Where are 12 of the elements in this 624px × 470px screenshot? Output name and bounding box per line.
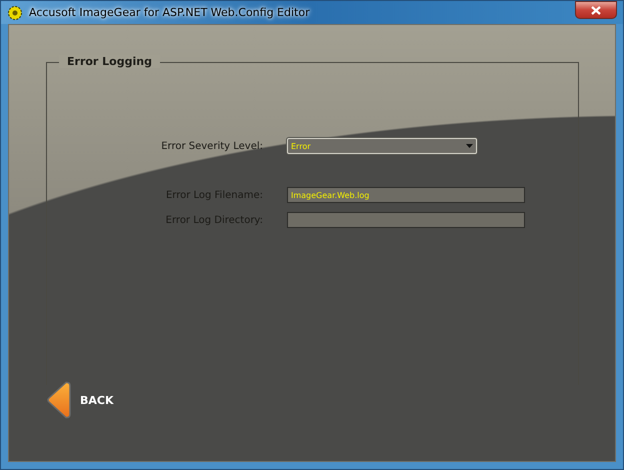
group-title: Error Logging [59,55,160,68]
back-arrow-icon [46,381,72,419]
input-field[interactable] [287,212,525,228]
severity-dropdown[interactable]: Error [287,138,477,154]
caret-icon [466,144,473,148]
close-button[interactable] [575,1,617,19]
window-title: Accusoft ImageGear for ASP.NET Web.Config Editor [29,6,310,19]
back-button[interactable]: BACK [46,381,114,419]
close-icon [591,6,601,14]
field-label: Error Severity Level: [160,140,264,152]
input-field[interactable]: ImageGear.Web.log [287,187,525,203]
gear-icon [7,4,23,20]
